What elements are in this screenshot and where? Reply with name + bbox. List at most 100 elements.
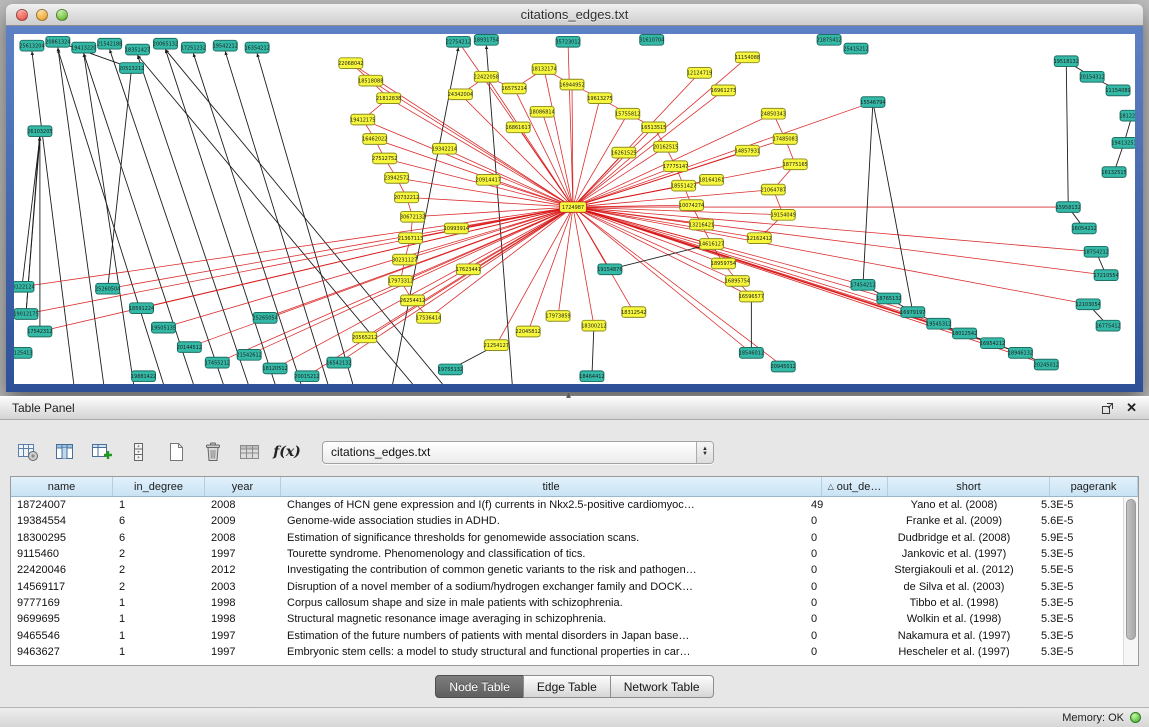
sort-ascending-icon: △: [828, 482, 834, 491]
column-header-pagerank[interactable]: pagerank: [1050, 477, 1138, 496]
graph-node-label: 18164161: [699, 178, 724, 184]
table-cell: 5.3E-5: [1035, 646, 1123, 658]
graph-node-label: 12103054: [1076, 302, 1101, 308]
column-header-label: year: [232, 481, 253, 493]
tab-network-table[interactable]: Network Table: [610, 675, 714, 698]
table-cell: Changes of HCN gene expression and I(f) …: [281, 499, 807, 511]
row-view-icon[interactable]: [127, 441, 151, 463]
column-header-label: short: [956, 481, 980, 493]
graph-node-label: 22045812: [516, 329, 541, 335]
zoom-window-button[interactable]: [56, 9, 68, 21]
graph-node-label: 18312542: [621, 310, 646, 316]
function-builder-button[interactable]: f(x): [275, 441, 299, 463]
table-row[interactable]: 977716911998Corpus callosum shape and si…: [11, 595, 1123, 611]
graph-node-label: 16462022: [362, 137, 387, 143]
column-header-title[interactable]: title: [281, 477, 822, 496]
graph-node-label: 18122124: [14, 285, 35, 291]
table-cell: 9777169: [11, 597, 113, 609]
column-header-label: out_de…: [837, 481, 882, 493]
graph-node-label: 18518088: [358, 78, 383, 84]
network-view[interactable]: 1724987220680421851808821812838194121751…: [14, 34, 1135, 384]
graph-edge: [573, 207, 1046, 364]
table-cell: 1997: [205, 630, 281, 642]
network-view-frame: 1724987220680421851808821812838194121751…: [6, 26, 1143, 392]
tab-node-table[interactable]: Node Table: [435, 675, 524, 698]
graph-node-label: 23942572: [384, 176, 409, 182]
table-cell: 0: [807, 613, 873, 625]
graph-node-label: 16895754: [725, 279, 750, 285]
table-row[interactable]: 1456911722003Disruption of a novel membe…: [11, 578, 1123, 594]
graph-edge: [22, 137, 40, 287]
table-row[interactable]: 1938455462009Genome-wide association stu…: [11, 513, 1123, 529]
graph-node-label: 18351427: [125, 47, 150, 53]
graph-node-label: 20732212: [394, 195, 419, 201]
graph-edge: [610, 244, 712, 269]
table-cell: 0: [807, 646, 873, 658]
table-cell: 0: [807, 515, 873, 527]
graph-edge: [110, 50, 224, 384]
graph-node-label: 21542612: [237, 353, 262, 359]
minimize-window-button[interactable]: [36, 9, 48, 21]
table-selector-dropdown[interactable]: citations_edges.txt ▲▼: [322, 441, 714, 464]
table-cell: 9699695: [11, 613, 113, 625]
graph-node-label: 11154088: [735, 55, 760, 61]
status-bar: Memory: OK: [0, 707, 1149, 727]
graph-node-label: 22422058: [474, 75, 499, 81]
vertical-scrollbar[interactable]: [1123, 497, 1138, 665]
graph-node-label: 20144512: [177, 345, 202, 351]
graph-node-label: 18959754: [711, 261, 736, 267]
graph-edge: [108, 68, 132, 289]
column-header-out-degree[interactable]: △out_de…: [822, 477, 888, 496]
table-row[interactable]: 2242004622012Investigating the contribut…: [11, 562, 1123, 578]
table-toolbar: f(x) citations_edges.txt ▲▼: [0, 420, 1149, 476]
graph-node-label: 18775165: [783, 162, 808, 168]
graph-node-label: 19613275: [587, 96, 612, 102]
graph-node-label: 35723012: [555, 40, 580, 46]
tab-edge-table[interactable]: Edge Table: [523, 675, 611, 698]
column-header-short[interactable]: short: [888, 477, 1050, 496]
column-header-year[interactable]: year: [205, 477, 281, 496]
table-cell: 5.3E-5: [1035, 613, 1123, 625]
graph-node-label: 16979197: [900, 310, 925, 316]
table-cell: 2009: [205, 515, 281, 527]
graph-edge: [573, 207, 1088, 304]
graph-node-label: 24342004: [448, 92, 473, 98]
table-cell: Dudbridge et al. (2008): [873, 532, 1035, 544]
table-row[interactable]: 946362711997Embryonic stem cells: a mode…: [11, 644, 1123, 660]
table-cell: Estimation of significance thresholds fo…: [281, 532, 807, 544]
table-row[interactable]: 911546021997Tourette syndrome. Phenomeno…: [11, 546, 1123, 562]
column-settings-icon[interactable]: [16, 441, 40, 463]
graph-node-label: 19518132: [1054, 59, 1079, 65]
column-header-in-degree[interactable]: in_degree: [113, 477, 205, 496]
dropdown-stepper-icon: ▲▼: [696, 442, 713, 463]
splitter-collapse-handle[interactable]: ▴: [566, 390, 571, 401]
window-titlebar[interactable]: citations_edges.txt: [6, 4, 1143, 26]
graph-node-label: 18946132: [1008, 351, 1033, 357]
graph-node-label: 22754212: [446, 40, 471, 46]
table-row[interactable]: 1872400712008Changes of HCN gene express…: [11, 497, 1123, 513]
graph-node-label: 21542188: [97, 42, 122, 48]
graph-node-label: 18551427: [671, 183, 696, 189]
close-window-button[interactable]: [16, 9, 28, 21]
delete-table-icon[interactable]: [201, 441, 225, 463]
import-table-icon[interactable]: [238, 441, 262, 463]
graph-node-label: 20914417: [476, 178, 501, 184]
table-cell: 5.6E-5: [1035, 515, 1123, 527]
float-panel-icon[interactable]: [1101, 402, 1114, 415]
new-table-icon[interactable]: [164, 441, 188, 463]
graph-edge: [1066, 61, 1068, 207]
graph-node-label: 27512752: [372, 156, 397, 162]
close-panel-icon[interactable]: ✕: [1126, 400, 1137, 416]
graph-node-label: 19413251: [1111, 141, 1135, 147]
create-column-icon[interactable]: [90, 441, 114, 463]
table-cell: 2003: [205, 581, 281, 593]
scrollbar-thumb[interactable]: [1126, 499, 1136, 640]
column-header-name[interactable]: name: [11, 477, 113, 496]
table-row[interactable]: 946554611997Estimation of the future num…: [11, 627, 1123, 643]
graph-node-label: 18931754: [474, 38, 499, 44]
show-columns-icon[interactable]: [53, 441, 77, 463]
table-cell: 19384554: [11, 515, 113, 527]
table-row[interactable]: 969969511998Structural magnetic resonanc…: [11, 611, 1123, 627]
graph-node-label: 10074274: [679, 203, 704, 209]
table-row[interactable]: 1830029562008Estimation of significance …: [11, 530, 1123, 546]
